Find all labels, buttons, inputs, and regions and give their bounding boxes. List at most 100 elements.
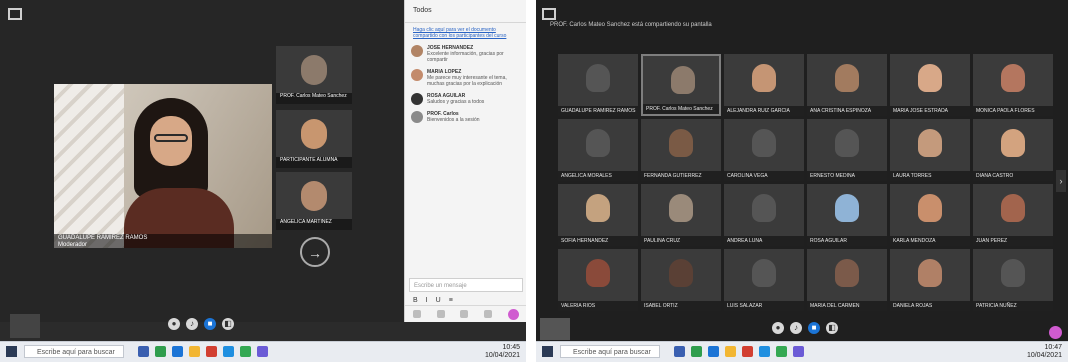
chat-shared-link[interactable]: Haga clic aquí para ver el documento com… bbox=[413, 27, 519, 39]
meeting-controls: ● ♪ ■ ◧ bbox=[772, 322, 838, 334]
meeting-stage: GUADALUPE RAMIREZ RAMOS Moderador PROF. … bbox=[0, 0, 404, 338]
participant-tile[interactable]: KARLA MENDOZA bbox=[890, 184, 970, 246]
main-speaker-video: GUADALUPE RAMIREZ RAMOS Moderador bbox=[54, 84, 272, 248]
system-tray-clock[interactable]: 10:47 10/04/2021 bbox=[1027, 344, 1062, 360]
underline-button[interactable]: U bbox=[436, 297, 441, 304]
participant-tile[interactable]: FERNANDA GUTIERREZ bbox=[641, 119, 721, 181]
bold-button[interactable]: B bbox=[413, 297, 418, 304]
participant-tile[interactable]: GUADALUPE RAMIREZ RAMOS bbox=[558, 54, 638, 116]
next-page-button[interactable]: → bbox=[300, 237, 330, 267]
windows-taskbar: Escribe aquí para buscar 10:45 10/04/202… bbox=[0, 341, 526, 362]
participant-avatar bbox=[301, 181, 327, 211]
microphone-icon[interactable]: ♪ bbox=[790, 322, 802, 334]
participant-tile[interactable]: CAROLINA VEGA bbox=[724, 119, 804, 181]
taskbar-app-icon[interactable] bbox=[759, 346, 770, 357]
settings-icon[interactable] bbox=[484, 310, 493, 318]
self-view-video bbox=[10, 314, 40, 338]
chat-message: ROSA AGUILAR Saludos y gracias a todos bbox=[411, 93, 521, 105]
participant-tile[interactable]: ANDREA LUNA bbox=[724, 184, 804, 246]
microphone-icon[interactable]: ♪ bbox=[186, 318, 198, 330]
participant-grid: GUADALUPE RAMIREZ RAMOS PROF. Carlos Mat… bbox=[558, 54, 1053, 311]
participant-tile[interactable]: JUAN PEREZ bbox=[973, 184, 1053, 246]
speaker-glasses bbox=[154, 134, 188, 142]
chat-format-toolbar: B I U ≡ bbox=[413, 297, 453, 304]
participant-tile[interactable]: PROF. Carlos Mateo Sanchez bbox=[641, 54, 721, 116]
screen-share-notice: PROF. Carlos Mateo Sanchez está comparti… bbox=[550, 22, 712, 28]
people-icon[interactable] bbox=[436, 310, 445, 318]
chat-avatar bbox=[411, 45, 423, 57]
participant-tile[interactable]: ANGELICA MARTINEZ bbox=[276, 172, 352, 230]
right-screenshot: PROF. Carlos Mateo Sanchez está comparti… bbox=[536, 0, 1068, 362]
participant-tile[interactable]: MONICA PAOLA FLORES bbox=[973, 54, 1053, 116]
participant-avatar bbox=[301, 55, 327, 85]
main-speaker-role: Moderador bbox=[58, 242, 88, 248]
chat-message: MARIA LOPEZ Me parece muy interesante el … bbox=[411, 69, 521, 87]
document-icon[interactable] bbox=[412, 310, 421, 318]
participant-tile[interactable]: LAURA TORRES bbox=[890, 119, 970, 181]
chat-avatar bbox=[411, 93, 423, 105]
taskbar-apps bbox=[138, 346, 268, 357]
participant-tile[interactable]: PROF. Carlos Mateo Sanchez bbox=[276, 46, 352, 104]
share-screen-icon[interactable]: ◧ bbox=[826, 322, 838, 334]
taskbar-app-icon[interactable] bbox=[172, 346, 183, 357]
participant-tile[interactable]: VALERIA RIOS bbox=[558, 249, 638, 311]
profile-icon[interactable] bbox=[1049, 326, 1062, 339]
chat-avatar bbox=[411, 111, 423, 123]
avatar-icon[interactable]: ● bbox=[772, 322, 784, 334]
next-page-arrow-icon[interactable]: › bbox=[1056, 170, 1066, 192]
app-menu-icon[interactable] bbox=[542, 8, 556, 20]
main-speaker-name: GUADALUPE RAMIREZ RAMOS bbox=[58, 235, 148, 241]
share-screen-icon[interactable]: ◧ bbox=[222, 318, 234, 330]
participant-name: PARTICIPANTE ALUMNA bbox=[276, 157, 352, 168]
taskbar-app-icon[interactable] bbox=[776, 346, 787, 357]
taskbar-app-icon[interactable] bbox=[708, 346, 719, 357]
taskbar-app-icon[interactable] bbox=[725, 346, 736, 357]
participant-tile[interactable]: ANA CRISTINA ESPINOZA bbox=[807, 54, 887, 116]
left-screenshot: GUADALUPE RAMIREZ RAMOS Moderador PROF. … bbox=[0, 0, 527, 362]
participant-tile[interactable]: ISABEL ORTIZ bbox=[641, 249, 721, 311]
taskbar-app-icon[interactable] bbox=[240, 346, 251, 357]
participant-tile[interactable]: PAULINA CRUZ bbox=[641, 184, 721, 246]
avatar-icon[interactable]: ● bbox=[168, 318, 180, 330]
list-button[interactable]: ≡ bbox=[449, 297, 453, 304]
participant-tile[interactable]: DIANA CASTRO bbox=[973, 119, 1053, 181]
participant-tile[interactable]: ANGELICA MORALES bbox=[558, 119, 638, 181]
participant-tile[interactable]: MARIA DEL CARMEN bbox=[807, 249, 887, 311]
taskbar-search[interactable]: Escribe aquí para buscar bbox=[24, 345, 124, 358]
camera-icon[interactable]: ■ bbox=[808, 322, 820, 334]
camera-icon[interactable]: ■ bbox=[204, 318, 216, 330]
taskbar-app-icon[interactable] bbox=[793, 346, 804, 357]
taskbar-app-icon[interactable] bbox=[155, 346, 166, 357]
participant-tile[interactable]: ROSA AGUILAR bbox=[807, 184, 887, 246]
calendar-icon[interactable] bbox=[460, 310, 469, 318]
participant-tile[interactable]: SOFIA HERNANDEZ bbox=[558, 184, 638, 246]
system-tray-clock[interactable]: 10:45 10/04/2021 bbox=[485, 344, 520, 360]
participant-tile[interactable]: PARTICIPANTE ALUMNA bbox=[276, 110, 352, 168]
profile-icon[interactable] bbox=[508, 308, 520, 320]
app-menu-icon[interactable] bbox=[8, 8, 22, 20]
taskbar-app-icon[interactable] bbox=[206, 346, 217, 357]
taskbar-app-icon[interactable] bbox=[138, 346, 149, 357]
taskbar-app-icon[interactable] bbox=[742, 346, 753, 357]
taskbar-app-icon[interactable] bbox=[223, 346, 234, 357]
participant-tile[interactable]: MARIA JOSE ESTRADA bbox=[890, 54, 970, 116]
taskbar-app-icon[interactable] bbox=[691, 346, 702, 357]
participant-tile[interactable]: LUIS SALAZAR bbox=[724, 249, 804, 311]
taskbar-app-icon[interactable] bbox=[674, 346, 685, 357]
participant-tile[interactable]: ERNESTO MEDINA bbox=[807, 119, 887, 181]
screenshot-divider bbox=[526, 0, 536, 362]
taskbar-app-icon[interactable] bbox=[189, 346, 200, 357]
participant-tile[interactable]: ALEJANDRA RUIZ GARCIA bbox=[724, 54, 804, 116]
participant-tile[interactable]: PATRICIA NUÑEZ bbox=[973, 249, 1053, 311]
windows-start-icon[interactable] bbox=[542, 346, 553, 357]
taskbar-search[interactable]: Escribe aquí para buscar bbox=[560, 345, 660, 358]
participant-tile[interactable]: DANIELA ROJAS bbox=[890, 249, 970, 311]
windows-taskbar: Escribe aquí para buscar 10:47 10/04/202… bbox=[536, 341, 1068, 362]
windows-start-icon[interactable] bbox=[6, 346, 17, 357]
background-stairs bbox=[54, 84, 124, 248]
self-view-video bbox=[540, 318, 570, 340]
taskbar-app-icon[interactable] bbox=[257, 346, 268, 357]
italic-button[interactable]: I bbox=[426, 297, 428, 304]
chat-title: Todos bbox=[405, 0, 527, 23]
chat-message-input[interactable]: Escribe un mensaje bbox=[409, 278, 523, 292]
